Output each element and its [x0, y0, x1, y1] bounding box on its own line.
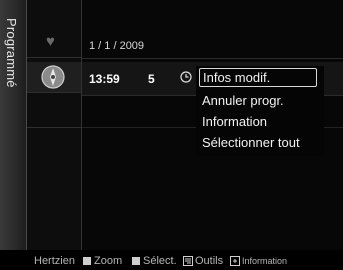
menu-item-cancel-schedule[interactable]: Annuler progr.	[202, 93, 284, 108]
help-source: Hertzien	[34, 255, 75, 267]
schedule-screen: Programmé ♥ 1 / 1 / 2009 13:59 5 Infos m…	[0, 0, 343, 270]
menu-item-information[interactable]: Information	[202, 114, 267, 129]
square-button-icon	[83, 257, 91, 265]
help-tools: Outils	[183, 255, 223, 267]
icon-cell-date: ♥	[27, 27, 81, 58]
side-tab[interactable]: Programmé	[0, 0, 27, 250]
square-button-icon	[132, 257, 140, 265]
help-bar: Hertzien Zoom Sélect. Outils Information	[0, 250, 343, 270]
help-info: Information	[230, 255, 287, 267]
tools-icon	[183, 256, 193, 266]
help-zoom-label: Zoom	[94, 255, 123, 267]
icon-cell-program	[27, 62, 81, 93]
clock-icon	[41, 65, 65, 89]
info-icon	[230, 256, 240, 266]
help-zoom: Zoom	[83, 255, 122, 267]
heart-icon: ♥	[46, 33, 55, 50]
date-label: 1 / 1 / 2009	[89, 40, 145, 52]
icon-cell-empty	[27, 97, 81, 128]
program-channel: 5	[148, 72, 155, 86]
menu-item-edit-info[interactable]: Infos modif.	[199, 68, 317, 87]
help-select: Sélect.	[132, 255, 177, 267]
help-select-label: Sélect.	[143, 255, 177, 267]
help-info-label: Information	[242, 256, 288, 266]
timer-icon	[180, 71, 192, 83]
menu-item-select-all[interactable]: Sélectionner tout	[202, 135, 300, 150]
icon-column: ♥	[27, 0, 82, 250]
tools-context-menu: Infos modif. Annuler progr. Information …	[196, 66, 324, 156]
side-tab-label: Programmé	[4, 18, 19, 88]
date-row: 1 / 1 / 2009	[82, 28, 343, 59]
program-time: 13:59	[89, 72, 120, 86]
help-tools-label: Outils	[195, 255, 224, 267]
